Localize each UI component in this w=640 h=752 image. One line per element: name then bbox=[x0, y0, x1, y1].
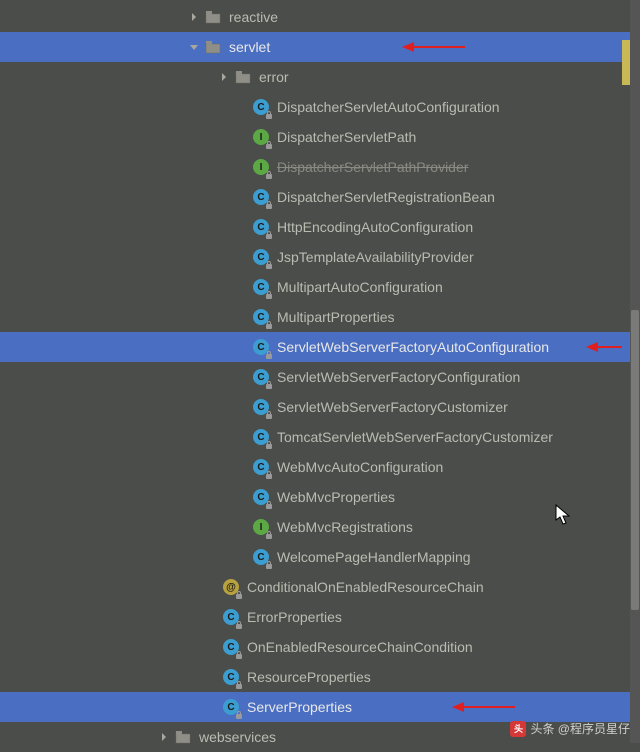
tree-item[interactable]: C MultipartAutoConfiguration bbox=[0, 272, 640, 302]
tree-item[interactable]: C DispatcherServletRegistrationBean bbox=[0, 182, 640, 212]
tree-item[interactable]: C HttpEncodingAutoConfiguration bbox=[0, 212, 640, 242]
tree-item-label: ServletWebServerFactoryConfiguration bbox=[277, 369, 520, 385]
tree-item[interactable]: C JspTemplateAvailabilityProvider bbox=[0, 242, 640, 272]
project-tree[interactable]: reactive servlet error C DispatcherServletA… bbox=[0, 0, 640, 752]
watermark-text: 头条 @程序员星仔 bbox=[530, 720, 630, 737]
watermark: 头 头条 @程序员星仔 bbox=[510, 720, 630, 737]
red-arrow-icon bbox=[450, 700, 517, 714]
tree-item[interactable]: C ServletWebServerFactoryConfiguration bbox=[0, 362, 640, 392]
tree-item[interactable]: C DispatcherServletAutoConfiguration bbox=[0, 92, 640, 122]
interface-icon: I bbox=[251, 157, 271, 177]
tree-item-label: ErrorProperties bbox=[247, 609, 342, 625]
tree-item-label: WebMvcAutoConfiguration bbox=[277, 459, 443, 475]
tree-item[interactable]: C WelcomePageHandlerMapping bbox=[0, 542, 640, 572]
tree-item-label: ServletWebServerFactoryCustomizer bbox=[277, 399, 508, 415]
tree-item-label: JspTemplateAvailabilityProvider bbox=[277, 249, 474, 265]
class-icon: C bbox=[251, 187, 271, 207]
tree-item-label: WebMvcProperties bbox=[277, 489, 395, 505]
chevron-right-icon[interactable] bbox=[215, 72, 233, 82]
chevron-right-icon[interactable] bbox=[155, 732, 173, 742]
class-icon: C bbox=[251, 217, 271, 237]
class-icon: C bbox=[251, 547, 271, 567]
class-icon: C bbox=[221, 637, 241, 657]
tree-item[interactable]: C WebMvcAutoConfiguration bbox=[0, 452, 640, 482]
red-arrow-icon bbox=[400, 40, 467, 54]
tree-item[interactable]: C OnEnabledResourceChainCondition bbox=[0, 632, 640, 662]
tree-item[interactable]: reactive bbox=[0, 2, 640, 32]
class-icon: C bbox=[251, 307, 271, 327]
editor-marker bbox=[622, 40, 630, 85]
tree-item[interactable]: C ServletWebServerFactoryAutoConfiguratio… bbox=[0, 332, 640, 362]
class-icon: C bbox=[251, 337, 271, 357]
chevron-down-icon[interactable] bbox=[185, 42, 203, 52]
folder-icon bbox=[203, 37, 223, 57]
class-icon: C bbox=[251, 97, 271, 117]
tree-item[interactable]: I DispatcherServletPath bbox=[0, 122, 640, 152]
watermark-logo-icon: 头 bbox=[510, 721, 526, 737]
chevron-right-icon[interactable] bbox=[185, 12, 203, 22]
tree-item-label: MultipartAutoConfiguration bbox=[277, 279, 443, 295]
tree-item-label: WelcomePageHandlerMapping bbox=[277, 549, 471, 565]
folder-icon bbox=[203, 7, 223, 27]
tree-item-label: ServletWebServerFactoryAutoConfiguration bbox=[277, 339, 549, 355]
tree-item-label: OnEnabledResourceChainCondition bbox=[247, 639, 473, 655]
tree-item[interactable]: C TomcatServletWebServerFactoryCustomizer bbox=[0, 422, 640, 452]
tree-item-label: MultipartProperties bbox=[277, 309, 395, 325]
tree-item[interactable]: C WebMvcProperties bbox=[0, 482, 640, 512]
tree-item-label: DispatcherServletPath bbox=[277, 129, 416, 145]
tree-item-label: TomcatServletWebServerFactoryCustomizer bbox=[277, 429, 553, 445]
class-icon: C bbox=[251, 367, 271, 387]
class-icon: C bbox=[251, 277, 271, 297]
tree-item-label: error bbox=[259, 69, 289, 85]
tree-item[interactable]: error bbox=[0, 62, 640, 92]
tree-item-label: reactive bbox=[229, 9, 278, 25]
tree-item-label: ServerProperties bbox=[247, 699, 352, 715]
interface-icon: I bbox=[251, 127, 271, 147]
class-icon: C bbox=[221, 607, 241, 627]
tree-item-label: WebMvcRegistrations bbox=[277, 519, 413, 535]
tree-item-label: DispatcherServletPathProvider bbox=[277, 159, 468, 175]
interface-icon: I bbox=[251, 517, 271, 537]
tree-item-label: DispatcherServletRegistrationBean bbox=[277, 189, 495, 205]
class-icon: C bbox=[251, 247, 271, 267]
tree-item[interactable]: C MultipartProperties bbox=[0, 302, 640, 332]
class-icon: C bbox=[221, 667, 241, 687]
class-icon: C bbox=[251, 457, 271, 477]
scroll-thumb[interactable] bbox=[631, 310, 639, 610]
class-icon: C bbox=[221, 697, 241, 717]
tree-item[interactable]: I DispatcherServletPathProvider bbox=[0, 152, 640, 182]
tree-item[interactable]: I WebMvcRegistrations bbox=[0, 512, 640, 542]
vertical-scrollbar[interactable] bbox=[630, 0, 640, 743]
tree-item-label: ConditionalOnEnabledResourceChain bbox=[247, 579, 484, 595]
tree-item[interactable]: servlet bbox=[0, 32, 640, 62]
folder-icon bbox=[173, 727, 193, 747]
red-arrow-icon bbox=[584, 340, 624, 354]
folder-icon bbox=[233, 67, 253, 87]
annotation-icon: @ bbox=[221, 577, 241, 597]
tree-item-label: HttpEncodingAutoConfiguration bbox=[277, 219, 473, 235]
class-icon: C bbox=[251, 487, 271, 507]
tree-item-label: ResourceProperties bbox=[247, 669, 371, 685]
tree-item-label: DispatcherServletAutoConfiguration bbox=[277, 99, 500, 115]
tree-item-label: servlet bbox=[229, 39, 270, 55]
class-icon: C bbox=[251, 397, 271, 417]
tree-item[interactable]: @ ConditionalOnEnabledResourceChain bbox=[0, 572, 640, 602]
class-icon: C bbox=[251, 427, 271, 447]
tree-item[interactable]: C ServletWebServerFactoryCustomizer bbox=[0, 392, 640, 422]
tree-item[interactable]: C ServerProperties bbox=[0, 692, 640, 722]
tree-item[interactable]: C ErrorProperties bbox=[0, 602, 640, 632]
tree-item[interactable]: C ResourceProperties bbox=[0, 662, 640, 692]
